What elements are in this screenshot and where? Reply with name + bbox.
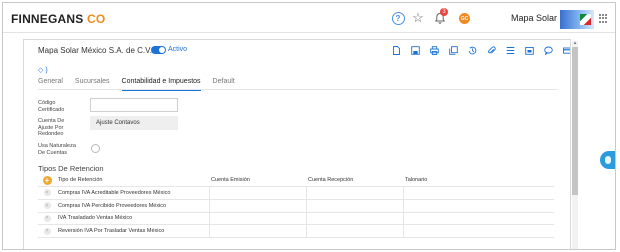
usa-naturaleza-label: Usa Naturaleza De Cuentas [38, 143, 76, 156]
status-label: Activo [168, 46, 188, 53]
recepcion-cell[interactable] [306, 199, 401, 212]
copy-icon[interactable] [449, 45, 458, 55]
table-row[interactable]: × Compras IVA Acreditable Proveedores Mé… [38, 187, 554, 200]
card-icon[interactable] [563, 46, 570, 55]
recepcion-cell[interactable] [306, 212, 401, 225]
usa-naturaleza-radio[interactable] [91, 144, 100, 153]
grid-header: + Tipo de Retención Cuenta Emisión Cuent… [38, 174, 554, 187]
col-header-talonario: Talonario [405, 177, 428, 183]
app-logo[interactable]: FINNEGANS CO [11, 12, 105, 26]
history-icon[interactable] [468, 46, 477, 55]
retencion-cell[interactable]: Reversión IVA Por Trasladar Ventas Méxic… [58, 225, 208, 237]
print-icon[interactable] [430, 45, 439, 55]
cuenta-ajuste-label: Cuenta De Ajuste Por Redondeo [38, 118, 65, 137]
codigo-certificado-input[interactable] [90, 98, 178, 112]
scroll-up-icon[interactable]: ▴ [572, 41, 578, 46]
tab-divider [38, 89, 558, 90]
app-window: FINNEGANS CO ? ☆ 3 GC Mapa Solar Mapa So… [2, 2, 616, 250]
record-title: Mapa Solar México S.A. de C.V. [38, 46, 152, 55]
table-row[interactable]: × Compras IVA Percibido Proveedores Méxi… [38, 199, 554, 213]
remove-row-icon[interactable]: × [43, 227, 51, 235]
retencion-cell[interactable]: Compras IVA Percibido Proveedores México [58, 200, 208, 212]
recepcion-cell[interactable] [306, 187, 401, 199]
logo-suffix: CO [87, 12, 106, 26]
record-panel: Mapa Solar México S.A. de C.V. Activo ◇ … [23, 39, 571, 249]
table-row[interactable]: × Reversión IVA Por Trasladar Ventas Méx… [38, 225, 554, 239]
remove-row-icon[interactable]: × [43, 202, 51, 210]
help-icon[interactable]: ? [390, 10, 406, 26]
retencion-cell[interactable]: IVA Trasladado Ventas México [58, 213, 208, 225]
add-row-icon[interactable]: + [42, 175, 52, 185]
remove-row-icon[interactable]: × [43, 189, 51, 197]
emision-cell[interactable] [209, 212, 304, 225]
emision-cell[interactable] [209, 225, 304, 238]
user-avatar[interactable]: GC [459, 13, 470, 24]
retenciones-grid: + Tipo de Retención Cuenta Emisión Cuent… [38, 174, 554, 239]
document-icon[interactable] [392, 45, 401, 55]
talonario-cell[interactable] [403, 199, 543, 212]
apps-grid-icon[interactable] [599, 14, 608, 23]
col-header-emision: Cuenta Emisión [211, 177, 250, 183]
calendar-icon[interactable] [525, 46, 534, 55]
notification-badge: 3 [440, 8, 448, 16]
retenciones-title: Tipos De Retencion [38, 164, 104, 173]
record-toolbar [392, 45, 570, 55]
emision-cell[interactable] [209, 187, 304, 199]
breadcrumb[interactable]: ◇ ) [38, 66, 48, 74]
talonario-cell[interactable] [403, 187, 543, 199]
table-row[interactable]: × IVA Trasladado Ventas México [38, 212, 554, 226]
comment-icon[interactable] [544, 46, 553, 55]
logo-text: FINNEGANS [11, 12, 84, 26]
col-header-retencion: Tipo de Retención [58, 177, 103, 183]
talonario-cell[interactable] [403, 225, 543, 238]
talonario-cell[interactable] [403, 212, 543, 225]
codigo-certificado-label: Código Certificado [38, 100, 65, 113]
remove-row-icon[interactable]: × [43, 214, 51, 222]
col-header-recepcion: Cuenta Recepción [308, 177, 354, 183]
flag-icon[interactable] [560, 10, 594, 29]
cuenta-ajuste-field[interactable]: Ajuste Contavos [90, 116, 178, 130]
side-help-button[interactable] [600, 151, 615, 169]
star-icon[interactable]: ☆ [410, 10, 426, 26]
company-selector[interactable]: Mapa Solar [511, 13, 557, 23]
attach-icon[interactable] [487, 45, 496, 55]
vertical-scrollbar[interactable]: ▴ [572, 41, 578, 249]
save-icon[interactable] [411, 45, 420, 55]
top-bar: FINNEGANS CO ? ☆ 3 GC Mapa Solar [3, 3, 615, 33]
recepcion-cell[interactable] [306, 225, 401, 238]
list-icon[interactable] [506, 46, 515, 55]
retencion-cell[interactable]: Compras IVA Acreditable Proveedores Méxi… [58, 187, 208, 199]
emision-cell[interactable] [209, 199, 304, 212]
active-toggle[interactable] [151, 46, 166, 54]
scrollbar-thumb[interactable] [572, 47, 578, 195]
